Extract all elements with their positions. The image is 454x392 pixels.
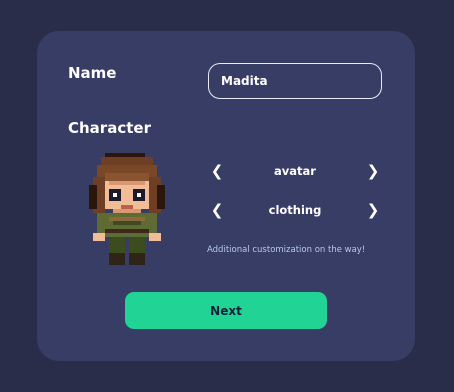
name-input[interactable] [208, 63, 382, 99]
avatar-option-label: avatar [274, 164, 316, 178]
customization-note: Additional customization on the way! [207, 245, 366, 255]
name-label: Name [68, 64, 117, 82]
avatar-selector: ❮ avatar ❯ [209, 159, 381, 183]
pixel-character-icon [89, 153, 165, 265]
clothing-option-label: clothing [268, 203, 322, 217]
character-setup-card: Name Character [37, 31, 415, 361]
chevron-right-icon[interactable]: ❯ [365, 198, 381, 222]
chevron-left-icon[interactable]: ❮ [209, 159, 225, 183]
clothing-selector: ❮ clothing ❯ [209, 198, 381, 222]
character-label: Character [68, 119, 151, 137]
next-button[interactable]: Next [125, 292, 327, 329]
chevron-left-icon[interactable]: ❮ [209, 198, 225, 222]
chevron-right-icon[interactable]: ❯ [365, 159, 381, 183]
